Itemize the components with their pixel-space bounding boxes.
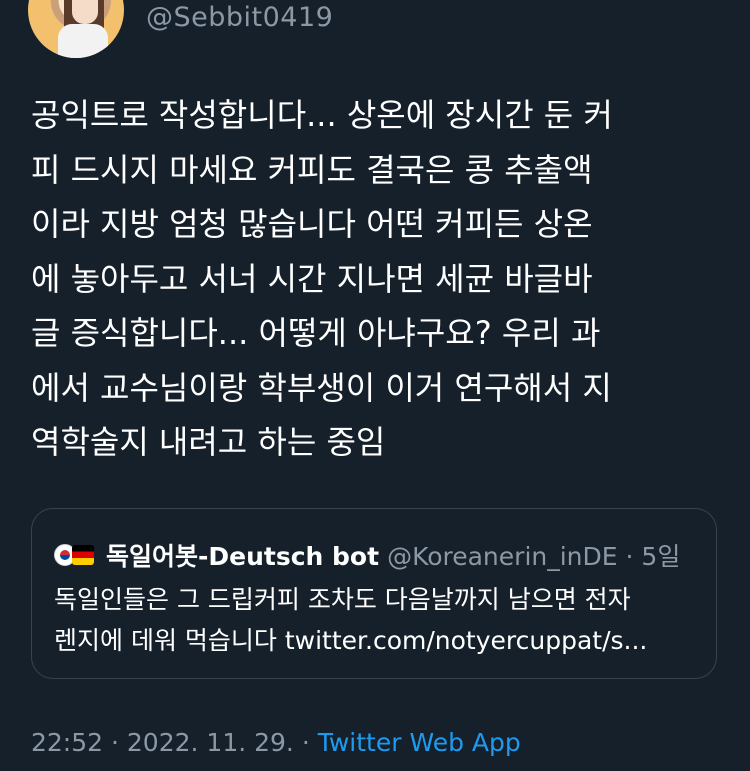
tweet-text: 공익트로 작성합니다... 상온에 장시간 둔 커 피 드시지 마세요 커피도 …	[31, 96, 613, 461]
germany-flag-icon	[72, 545, 94, 565]
tweet-date[interactable]: 2022. 11. 29.	[127, 728, 294, 757]
quoted-author-meta[interactable]: @Koreanerin_inDE · 5일	[387, 537, 680, 573]
quoted-tweet-text: 독일인들은 그 드립커피 조차도 다음날까지 남으면 전자 렌지에 데워 먹습니…	[54, 585, 648, 655]
meta-separator: ·	[103, 728, 127, 757]
tweet-detail-screen: @Sebbit0419 공익트로 작성합니다... 상온에 장시간 둔 커 피 …	[0, 0, 750, 771]
quoted-tweet-card[interactable]: 독일어봇-Deutsch bot @Koreanerin_inDE · 5일 독…	[31, 508, 717, 679]
author-avatar[interactable]	[28, 0, 124, 58]
quoted-author-avatar[interactable]	[54, 542, 96, 568]
tweet-time[interactable]: 22:52	[31, 728, 103, 757]
quoted-author-name[interactable]: 독일어봇-Deutsch bot	[106, 537, 379, 573]
meta-separator: ·	[293, 728, 318, 757]
source-app-link[interactable]: Twitter Web App	[318, 728, 521, 757]
avatar-face	[72, 0, 98, 24]
quoted-tweet-header: 독일어봇-Deutsch bot @Koreanerin_inDE · 5일	[54, 537, 680, 573]
author-handle[interactable]: @Sebbit0419	[146, 2, 333, 33]
tweet-meta-row: 22:52 · 2022. 11. 29. · Twitter Web App	[31, 728, 521, 757]
avatar-shirt	[58, 24, 108, 58]
